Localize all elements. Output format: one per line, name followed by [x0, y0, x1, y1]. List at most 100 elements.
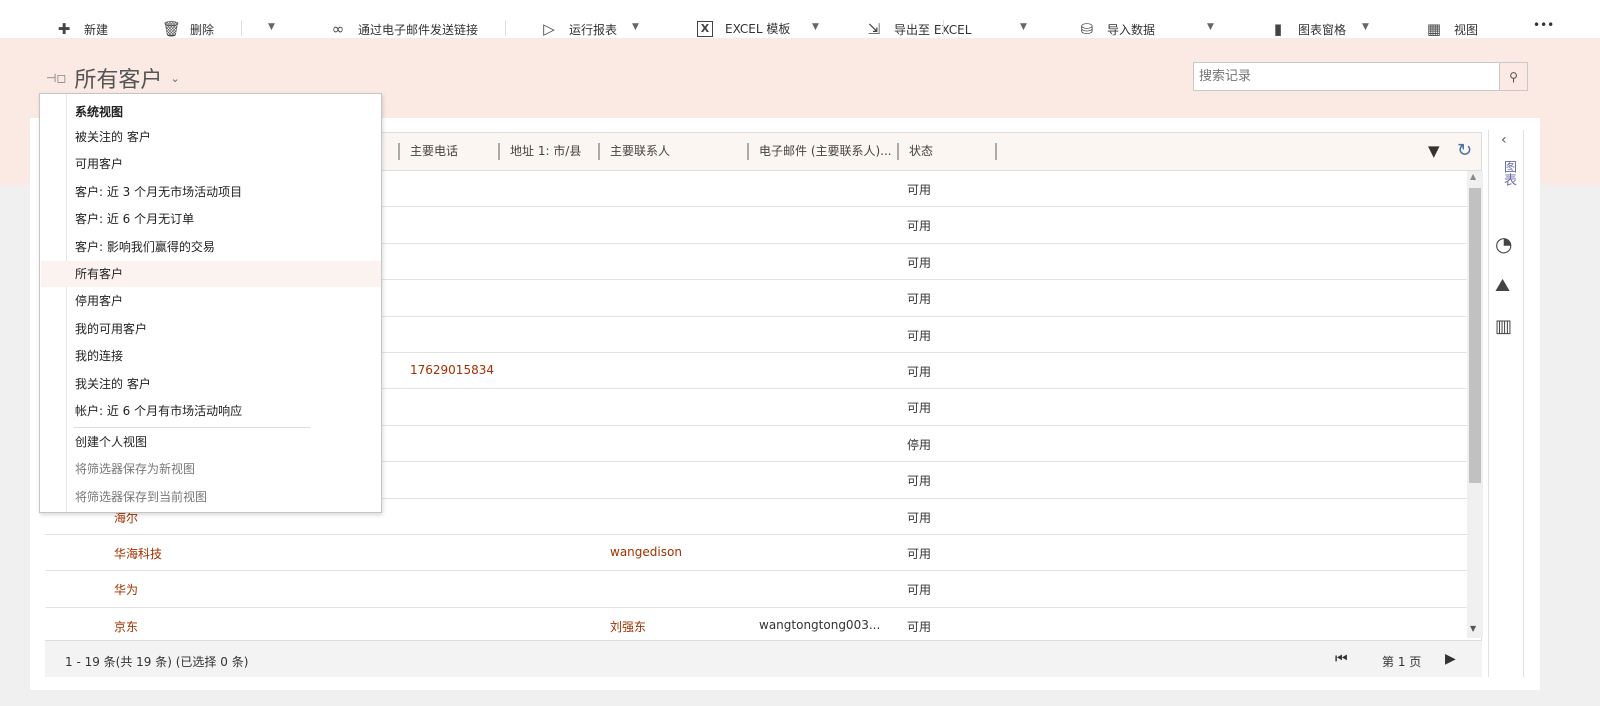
- next-page-icon[interactable]: ▶: [1445, 651, 1456, 667]
- status-cell: 可用: [907, 474, 932, 489]
- status-cell: 可用: [907, 292, 932, 307]
- email-link-button[interactable]: ∞ 通过电子邮件发送链接: [330, 20, 478, 38]
- menu-group-header: 系统视图: [75, 105, 124, 119]
- chart-side-panel: ‹ 图表 ◔ ⛰ ▥: [1488, 130, 1524, 677]
- menu-item[interactable]: 客户: 近 3 个月无市场活动项目: [41, 179, 381, 205]
- first-page-icon[interactable]: ⏮: [1335, 651, 1348, 667]
- chevron-left-icon[interactable]: ‹: [1501, 132, 1507, 148]
- status-cell: 可用: [907, 510, 932, 525]
- view-selector[interactable]: ⊣◻ 所有客户 ⌄: [46, 62, 180, 94]
- menu-item[interactable]: 所有客户: [41, 261, 381, 287]
- import-caret[interactable]: ▼: [1207, 22, 1214, 32]
- bar-chart-icon: ▮: [1273, 20, 1283, 38]
- pie-chart-icon[interactable]: ◔: [1495, 232, 1512, 256]
- account-name-link[interactable]: 华为: [114, 581, 138, 598]
- export-icon: ⇲: [867, 20, 881, 38]
- status-cell: 可用: [907, 219, 932, 234]
- scroll-up-icon[interactable]: ▲: [1470, 172, 1476, 181]
- excel-template-label: EXCEL 模板: [725, 22, 791, 36]
- column-header-contact[interactable]: 主要联系人: [598, 143, 670, 160]
- table-row[interactable]: 京东 刘强东 wangtongtong003... 可用: [45, 608, 1467, 645]
- column-header-city[interactable]: 地址 1: 市/县: [498, 143, 581, 160]
- chart-pane-label: 图表窗格: [1298, 22, 1347, 37]
- phone-cell[interactable]: 17629015834: [410, 363, 494, 377]
- menu-divider: [74, 427, 310, 428]
- delete-button[interactable]: 🗑 删除: [162, 20, 214, 38]
- status-cell: 停用: [907, 437, 932, 452]
- menu-item[interactable]: 我的可用客户: [41, 316, 381, 342]
- status-cell: 可用: [907, 183, 932, 197]
- menu-item[interactable]: 客户: 近 6 个月无订单: [41, 206, 381, 232]
- menu-item[interactable]: 客户: 影响我们赢得的交易: [41, 234, 381, 260]
- trash-icon: 🗑: [162, 20, 182, 38]
- excel-template-button[interactable]: X EXCEL 模板: [697, 20, 790, 37]
- new-button[interactable]: ✚ 新建: [56, 20, 108, 38]
- excel-icon: X: [697, 20, 713, 37]
- divider: [505, 20, 506, 36]
- contact-link[interactable]: wangedison: [610, 545, 682, 559]
- run-report-label: 运行报表: [569, 22, 618, 37]
- chart-pane-caret[interactable]: ▼: [1362, 22, 1369, 32]
- grid-footer: 1 - 19 条(共 19 条) (已选择 0 条) ⏮ 第 1 页 ▶: [45, 640, 1482, 677]
- view-button[interactable]: ▦ 视图: [1426, 20, 1478, 38]
- table-row[interactable]: 华海科技 wangedison 可用: [45, 535, 1467, 572]
- account-name-link[interactable]: 华海科技: [114, 545, 162, 562]
- column-header-status[interactable]: 状态: [897, 143, 997, 160]
- excel-template-caret[interactable]: ▼: [812, 22, 819, 32]
- column-header-phone[interactable]: 主要电话: [398, 143, 458, 160]
- status-cell: 可用: [907, 255, 932, 270]
- command-bar: ✚ 新建 🗑 删除 ▼ ∞ 通过电子邮件发送链接 ▷ 运行报表 ▼ X EXCEL 模板 …: [0, 0, 1600, 38]
- menu-item[interactable]: 可用客户: [41, 151, 381, 177]
- record-count: 1 - 19 条(共 19 条) (已选择 0 条): [65, 655, 249, 669]
- more-button[interactable]: •••: [1533, 18, 1554, 32]
- status-cell: 可用: [907, 619, 932, 634]
- status-cell: 可用: [907, 547, 932, 561]
- search-icon: ⚲: [1509, 69, 1518, 84]
- status-cell: 可用: [907, 583, 932, 598]
- menu-item[interactable]: 我关注的 客户: [41, 371, 381, 397]
- menu-action-save-new[interactable]: 将筛选器保存为新视图: [41, 456, 381, 482]
- menu-action-create-view[interactable]: 创建个人视图: [41, 429, 381, 455]
- table-row[interactable]: 华为 可用: [45, 571, 1467, 608]
- area-chart-icon[interactable]: ⛰: [1495, 275, 1510, 296]
- chevron-down-icon: ⌄: [170, 71, 180, 85]
- export-excel-label: 导出至 EXCEL: [894, 22, 972, 37]
- export-caret[interactable]: ▼: [1020, 22, 1027, 32]
- search-input[interactable]: [1194, 63, 1499, 90]
- delete-label: 删除: [190, 22, 215, 37]
- page-title: 所有客户: [74, 68, 163, 93]
- view-label: 视图: [1454, 22, 1479, 37]
- chart-pane-label[interactable]: 图表: [1499, 160, 1518, 186]
- status-cell: 可用: [907, 401, 932, 416]
- run-report-button[interactable]: ▷ 运行报表: [541, 20, 617, 38]
- menu-item[interactable]: 被关注的 客户: [41, 124, 381, 150]
- import-data-button[interactable]: ⛁ 导入数据: [1079, 20, 1155, 38]
- export-excel-button[interactable]: ⇲ 导出至 EXCEL: [866, 20, 972, 38]
- account-name-link[interactable]: 京东: [114, 618, 138, 635]
- import-data-label: 导入数据: [1107, 22, 1156, 37]
- column-chart-icon[interactable]: ▥: [1495, 316, 1512, 337]
- scroll-down-icon[interactable]: ▼: [1470, 624, 1476, 633]
- run-report-caret[interactable]: ▼: [632, 22, 639, 32]
- menu-item[interactable]: 我的连接: [41, 343, 381, 369]
- divider: [943, 20, 944, 36]
- import-icon: ⛁: [1080, 20, 1094, 38]
- contact-link[interactable]: 刘强东: [610, 618, 646, 635]
- menu-item[interactable]: 停用客户: [41, 288, 381, 314]
- status-cell: 可用: [907, 365, 932, 379]
- column-header-email[interactable]: 电子邮件 (主要联系人)...: [747, 143, 892, 160]
- menu-item[interactable]: 帐户: 近 6 个月有市场活动响应: [41, 398, 381, 424]
- more-label: •••: [1533, 18, 1555, 32]
- pin-icon[interactable]: ⊣◻: [46, 71, 66, 85]
- view-icon: ▦: [1426, 20, 1442, 38]
- search-button[interactable]: ⚲: [1499, 63, 1527, 90]
- chart-pane-button[interactable]: ▮ 图表窗格: [1270, 20, 1346, 38]
- filter-icon[interactable]: ▼: [1428, 142, 1440, 160]
- refresh-icon[interactable]: ↻: [1457, 140, 1472, 161]
- email-cell: wangtongtong003...: [759, 617, 881, 632]
- delete-dropdown-caret[interactable]: ▼: [268, 22, 275, 32]
- report-icon: ▷: [543, 20, 555, 38]
- email-link-label: 通过电子邮件发送链接: [358, 22, 479, 37]
- menu-action-save-current[interactable]: 将筛选器保存到当前视图: [41, 484, 381, 510]
- scrollbar-thumb[interactable]: [1469, 188, 1481, 483]
